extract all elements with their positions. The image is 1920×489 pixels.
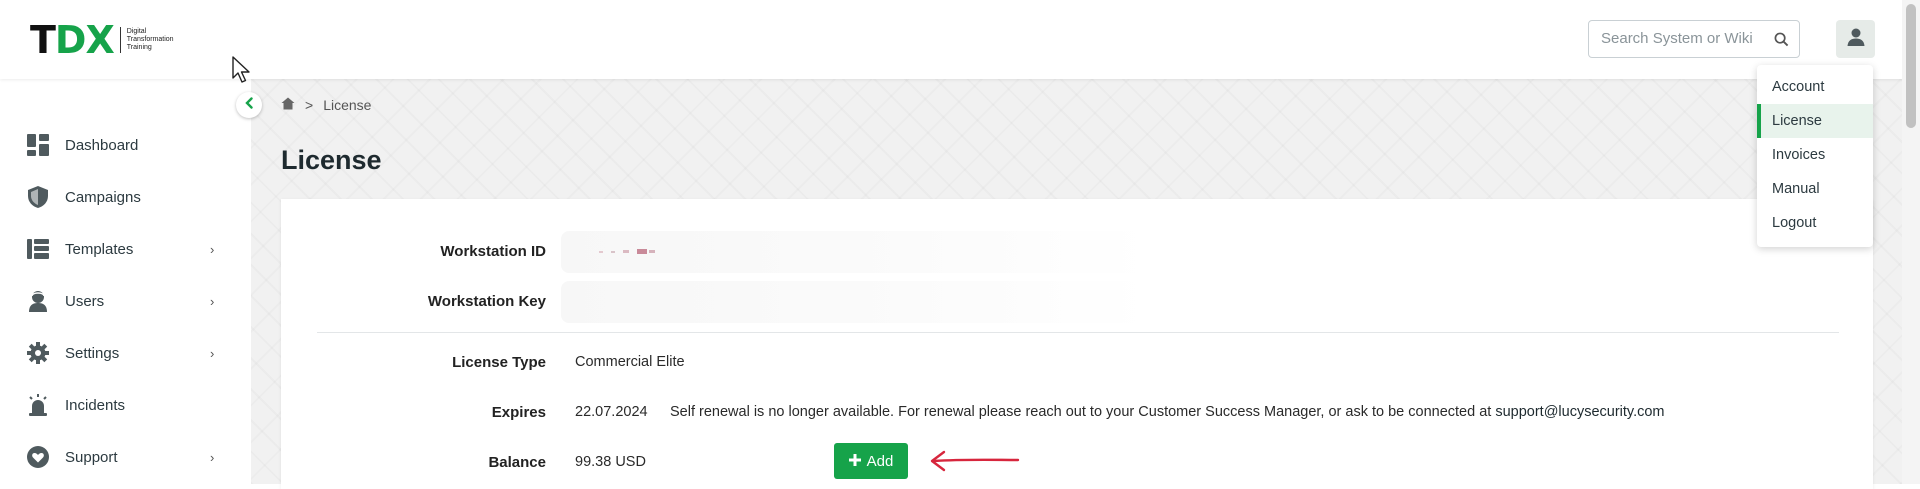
- annotation-arrow-icon: [930, 450, 1020, 472]
- tdx-logo[interactable]: TDX Digital Transformation Training: [30, 18, 174, 62]
- search-icon[interactable]: [1774, 32, 1789, 52]
- user-menu-button[interactable]: [1836, 20, 1875, 58]
- workstation-id-value[interactable]: [561, 231, 1151, 273]
- chevron-left-icon: [244, 96, 254, 114]
- menu-item-label: Invoices: [1772, 147, 1826, 163]
- balance-value: 99.38 USD: [575, 454, 646, 470]
- sidebar-item-settings[interactable]: Settings ›: [0, 327, 251, 379]
- expires-label: Expires: [491, 404, 546, 421]
- search-input[interactable]: [1599, 29, 1773, 48]
- expires-note: Self renewal is no longer available. For…: [670, 404, 1665, 420]
- menu-item-license[interactable]: License: [1757, 104, 1873, 138]
- sidebar-item-label: Users: [65, 292, 105, 310]
- sidebar: Dashboard Campaigns Templates › Users › …: [0, 79, 251, 484]
- logo-mark: TDX: [30, 18, 115, 62]
- sidebar-item-incidents[interactable]: Incidents: [0, 379, 251, 431]
- menu-item-invoices[interactable]: Invoices: [1757, 138, 1873, 172]
- workstation-key-value[interactable]: [561, 281, 1151, 323]
- add-button-label: Add: [866, 452, 894, 470]
- expires-note-text: Self renewal is no longer available. For…: [670, 404, 1492, 420]
- sidebar-item-label: Campaigns: [65, 188, 141, 206]
- menu-item-label: Manual: [1772, 181, 1820, 197]
- chevron-right-icon: ›: [210, 345, 215, 361]
- shield-icon: [26, 185, 50, 209]
- page-title: License: [281, 145, 382, 175]
- sidebar-item-campaigns[interactable]: Campaigns: [0, 171, 251, 223]
- logo-tagline: Digital Transformation Training: [126, 28, 174, 51]
- license-type-value: Commercial Elite: [575, 354, 685, 370]
- templates-icon: [26, 237, 50, 261]
- user-icon: [1846, 27, 1866, 52]
- workstation-key-label: Workstation Key: [427, 293, 546, 310]
- section-divider: [317, 332, 1839, 333]
- menu-item-label: Logout: [1772, 215, 1817, 231]
- breadcrumb-separator: >: [305, 97, 314, 113]
- users-icon: [26, 289, 50, 313]
- add-balance-button[interactable]: Add: [834, 443, 908, 479]
- chevron-right-icon: ›: [210, 241, 215, 257]
- menu-item-label: License: [1772, 113, 1822, 129]
- redacted-text-icon: [599, 249, 655, 254]
- top-header: TDX Digital Transformation Training: [0, 0, 1902, 79]
- sidebar-item-dashboard[interactable]: Dashboard: [0, 119, 251, 171]
- license-card: Workstation ID Workstation Key License T…: [281, 199, 1873, 489]
- sidebar-item-label: Templates: [65, 240, 134, 258]
- search-box[interactable]: [1588, 20, 1800, 58]
- chevron-right-icon: ›: [210, 293, 215, 309]
- support-email-link[interactable]: support@lucysecurity.com: [1495, 404, 1664, 420]
- dashboard-icon: [26, 133, 50, 157]
- expires-date: 22.07.2024: [575, 404, 648, 420]
- menu-item-logout[interactable]: Logout: [1757, 206, 1873, 240]
- chevron-right-icon: ›: [210, 449, 215, 465]
- alarm-icon: [26, 393, 50, 417]
- sidebar-item-templates[interactable]: Templates ›: [0, 223, 251, 275]
- user-dropdown-menu: Account License Invoices Manual Logout: [1757, 65, 1873, 247]
- menu-item-label: Account: [1772, 79, 1825, 95]
- mouse-cursor-icon: [232, 56, 250, 83]
- sidebar-item-label: Incidents: [65, 396, 126, 414]
- plus-icon: [848, 453, 861, 470]
- gear-icon: [26, 341, 50, 365]
- sidebar-item-users[interactable]: Users ›: [0, 275, 251, 327]
- scrollbar-thumb[interactable]: [1906, 4, 1916, 128]
- home-icon[interactable]: [281, 97, 295, 113]
- logo-divider: [119, 27, 121, 53]
- license-type-label: License Type: [452, 354, 546, 371]
- sidebar-item-support[interactable]: Support ›: [0, 431, 251, 483]
- sidebar-collapse-button[interactable]: [236, 92, 262, 118]
- workstation-id-label: Workstation ID: [440, 243, 546, 260]
- heart-bubble-icon: [26, 445, 50, 469]
- page-scrollbar[interactable]: [1902, 0, 1920, 484]
- breadcrumb-current: License: [323, 97, 372, 113]
- sidebar-item-label: Support: [65, 448, 118, 466]
- sidebar-item-label: Dashboard: [65, 136, 139, 154]
- breadcrumb: > License: [281, 97, 371, 113]
- menu-item-account[interactable]: Account: [1757, 70, 1873, 104]
- menu-item-manual[interactable]: Manual: [1757, 172, 1873, 206]
- sidebar-item-label: Settings: [65, 344, 120, 362]
- balance-label: Balance: [488, 454, 546, 471]
